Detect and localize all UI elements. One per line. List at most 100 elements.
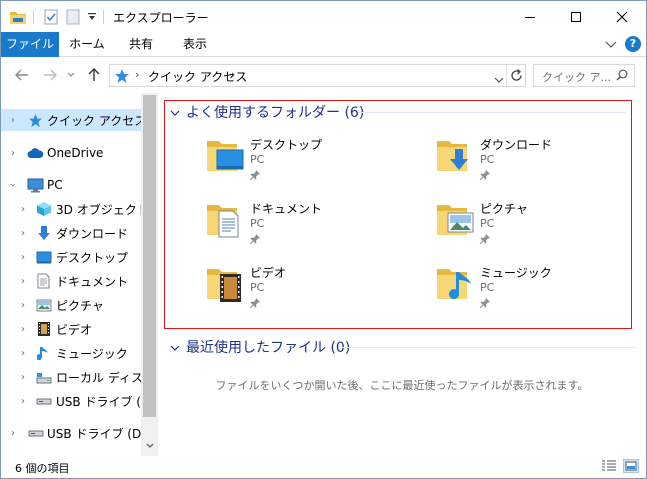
chevron-right-icon[interactable]: › xyxy=(18,348,28,359)
title-bar: エクスプローラー xyxy=(1,1,646,32)
pin-icon xyxy=(479,169,490,181)
desktop-icon xyxy=(35,249,52,266)
breadcrumb-separator-icon[interactable]: › xyxy=(135,68,139,81)
address-bar[interactable]: › クイック アクセス › xyxy=(109,64,526,87)
nav-item-label: デスクトップ xyxy=(56,250,129,265)
nav-item-pictures[interactable]: › ピクチャ xyxy=(1,294,141,316)
folder-location: PC xyxy=(250,153,265,166)
nav-item-usb-drive[interactable]: › USB ドライブ (D:) xyxy=(1,390,158,412)
nav-item-desktop[interactable]: › デスクトップ xyxy=(1,246,141,268)
nav-item-downloads[interactable]: › ダウンロード xyxy=(1,222,141,244)
title-divider xyxy=(33,10,34,24)
chevron-right-icon[interactable]: › xyxy=(18,204,28,215)
folder-location: PC xyxy=(480,281,495,294)
item-count: 6 個の項目 xyxy=(15,462,70,475)
download-folder-icon xyxy=(435,135,475,175)
folder-name: デスクトップ xyxy=(250,138,323,152)
help-icon[interactable]: ? xyxy=(625,36,641,52)
nav-item-label: PC xyxy=(47,178,63,192)
folder-tile-pictures[interactable]: ピクチャ PC xyxy=(435,199,635,251)
tab-share[interactable]: 共有 xyxy=(115,32,167,57)
search-box[interactable]: クイック ア... xyxy=(533,64,635,87)
folder-tile-videos[interactable]: ビデオ PC xyxy=(205,263,405,315)
back-button[interactable] xyxy=(13,66,31,84)
folder-tile-desktop[interactable]: デスクトップ PC xyxy=(205,135,405,187)
tab-view[interactable]: 表示 xyxy=(167,32,223,57)
customize-toolbar-icon[interactable] xyxy=(85,8,99,26)
chevron-right-icon[interactable]: › xyxy=(18,324,28,335)
cube-icon xyxy=(35,201,52,218)
folder-location: PC xyxy=(250,281,265,294)
nav-pane-scrollbar[interactable] xyxy=(141,93,158,456)
video-folder-icon xyxy=(205,263,245,303)
search-icon[interactable] xyxy=(616,69,628,84)
nav-item-label: USB ドライブ (D:) xyxy=(47,426,150,441)
pin-icon xyxy=(479,297,490,309)
chevron-down-icon[interactable] xyxy=(170,341,184,354)
nav-item-quick-access[interactable]: › クイック アクセス xyxy=(1,109,146,131)
properties-icon[interactable] xyxy=(43,8,59,26)
folder-location: PC xyxy=(250,217,265,230)
video-icon xyxy=(35,321,52,338)
ribbon-tabs: ファイル ホーム 共有 表示 ? xyxy=(1,32,646,57)
group-divider xyxy=(342,347,636,348)
chevron-right-icon[interactable]: › xyxy=(8,428,18,439)
nav-item-music[interactable]: › ミュージック xyxy=(1,342,141,364)
close-button[interactable] xyxy=(599,1,645,32)
tab-home[interactable]: ホーム xyxy=(59,32,115,57)
nav-item-pc[interactable]: › PC xyxy=(1,174,141,196)
scroll-down-arrow-icon[interactable] xyxy=(141,437,158,454)
document-icon xyxy=(35,273,52,290)
nav-item-usb-drive-root[interactable]: › USB ドライブ (D:) xyxy=(1,422,150,444)
chevron-right-icon[interactable]: › xyxy=(8,148,18,159)
chevron-down-icon[interactable] xyxy=(170,106,184,119)
details-view-icon[interactable] xyxy=(601,459,617,473)
recent-files-header[interactable]: 最近使用したファイル (0) xyxy=(170,337,350,357)
folder-location: PC xyxy=(480,217,495,230)
chevron-right-icon[interactable]: › xyxy=(8,115,18,126)
nav-item-label: ピクチャ xyxy=(56,298,104,313)
nav-item-documents[interactable]: › ドキュメント xyxy=(1,270,141,292)
forward-button[interactable] xyxy=(41,66,59,84)
minimize-button[interactable] xyxy=(507,1,553,32)
frequent-folders-header[interactable]: よく使用するフォルダー (6) xyxy=(170,102,364,122)
picture-icon xyxy=(35,297,52,314)
chevron-right-icon[interactable]: › xyxy=(18,396,28,407)
up-button[interactable] xyxy=(85,66,103,84)
folder-tile-downloads[interactable]: ダウンロード PC xyxy=(435,135,635,187)
folder-name: ドキュメント xyxy=(250,202,323,216)
download-icon xyxy=(35,225,52,242)
cloud-icon xyxy=(27,145,44,162)
chevron-down-icon[interactable]: › xyxy=(8,180,19,190)
new-folder-icon[interactable] xyxy=(65,8,81,26)
chevron-right-icon[interactable]: › xyxy=(18,228,28,239)
nav-item-3d-objects[interactable]: › 3D オブジェクト xyxy=(1,198,149,220)
folder-name: ダウンロード xyxy=(480,138,553,152)
chevron-right-icon[interactable]: › xyxy=(18,252,28,263)
expand-ribbon-icon[interactable] xyxy=(604,38,618,52)
refresh-icon[interactable] xyxy=(509,68,524,83)
nav-item-onedrive[interactable]: › OneDrive xyxy=(1,142,141,164)
folder-name: ビデオ xyxy=(250,266,287,280)
maximize-button[interactable] xyxy=(553,1,599,32)
chevron-right-icon[interactable]: › xyxy=(18,300,28,311)
folder-tile-documents[interactable]: ドキュメント PC xyxy=(205,199,405,251)
chevron-right-icon[interactable]: › xyxy=(18,372,28,383)
nav-item-local-disk[interactable]: › ローカル ディスク (C xyxy=(1,366,158,388)
frequent-folders-title: よく使用するフォルダー (6) xyxy=(186,105,365,121)
quick-access-star-icon xyxy=(114,68,130,84)
group-divider xyxy=(358,112,626,113)
tab-file[interactable]: ファイル xyxy=(1,32,59,57)
breadcrumb-chevron-icon[interactable]: › xyxy=(231,68,235,81)
scrollbar-thumb[interactable] xyxy=(143,95,156,417)
address-dropdown-icon[interactable] xyxy=(494,72,504,86)
explorer-app-icon[interactable] xyxy=(7,8,29,26)
folder-tile-music[interactable]: ミュージック PC xyxy=(435,263,635,315)
address-divider xyxy=(506,65,507,86)
search-placeholder: クイック ア... xyxy=(542,71,611,84)
recent-locations-button[interactable] xyxy=(65,66,77,84)
chevron-right-icon[interactable]: › xyxy=(18,276,28,287)
nav-item-videos[interactable]: › ビデオ xyxy=(1,318,141,340)
large-icons-view-icon[interactable] xyxy=(623,459,639,473)
pin-icon xyxy=(249,169,260,181)
